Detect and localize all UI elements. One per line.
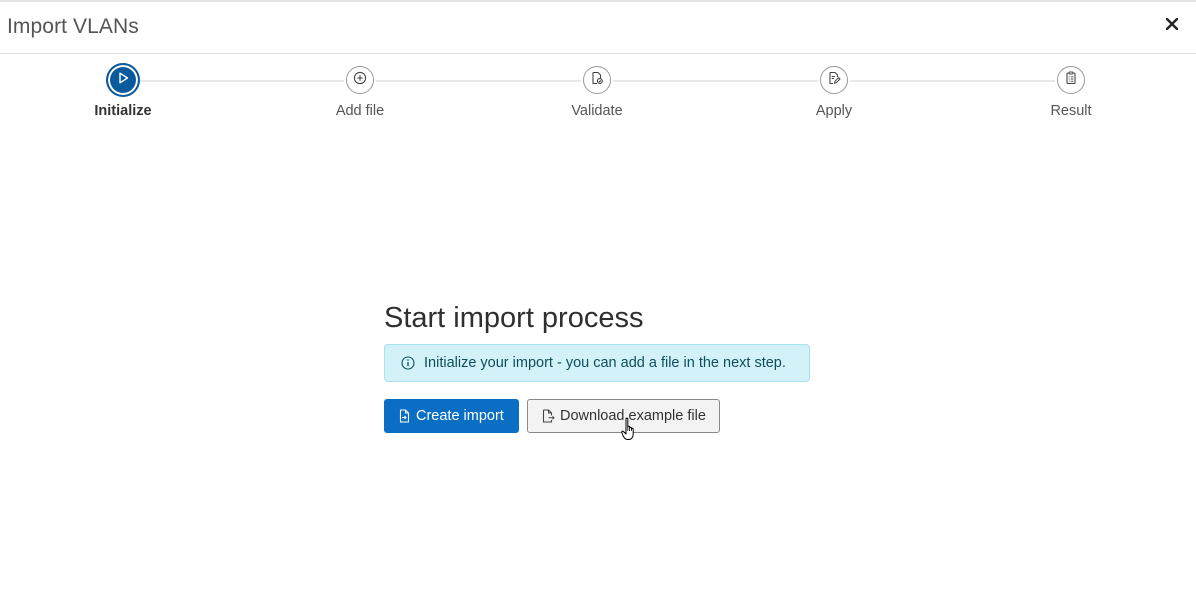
step-circle xyxy=(106,63,140,97)
file-import-icon xyxy=(398,409,411,423)
step-initialize[interactable]: Initialize xyxy=(53,54,193,119)
step-circle xyxy=(1057,66,1085,94)
info-icon xyxy=(401,356,415,370)
modal-title: Import VLANs xyxy=(7,15,139,38)
step-add-file[interactable]: Add file xyxy=(290,54,430,119)
import-start-panel: Start import process Initialize your imp… xyxy=(384,298,824,433)
step-label: Initialize xyxy=(94,103,152,119)
plus-circle-icon xyxy=(353,71,367,90)
download-example-file-button[interactable]: Download example file xyxy=(527,399,720,433)
play-icon xyxy=(116,71,130,90)
download-example-label: Download example file xyxy=(560,408,706,424)
resize-corner-icon xyxy=(1188,593,1196,601)
step-label: Apply xyxy=(815,103,853,119)
close-button[interactable] xyxy=(1162,14,1182,38)
clipboard-list-icon xyxy=(1064,71,1078,90)
file-edit-icon xyxy=(827,71,841,90)
step-result[interactable]: Result xyxy=(1001,54,1141,119)
step-circle xyxy=(346,66,374,94)
file-export-icon xyxy=(541,409,555,423)
section-title: Start import process xyxy=(384,302,644,334)
step-apply[interactable]: Apply xyxy=(764,54,904,119)
step-circle xyxy=(820,66,848,94)
close-icon xyxy=(1165,17,1179,35)
step-circle xyxy=(583,66,611,94)
create-import-label: Create import xyxy=(416,408,504,424)
step-validate[interactable]: Validate xyxy=(527,54,667,119)
info-text: Initialize your import - you can add a f… xyxy=(424,355,786,371)
file-check-icon xyxy=(590,71,604,90)
step-label: Validate xyxy=(571,103,623,119)
modal-header: Import VLANs xyxy=(0,0,1196,54)
import-stepper: Initialize Add file Validate Apply Resul… xyxy=(0,54,1196,134)
info-alert: Initialize your import - you can add a f… xyxy=(384,344,810,382)
action-buttons: Create import Download example file xyxy=(384,399,824,433)
step-label: Result xyxy=(1050,103,1092,119)
import-vlans-modal: Import VLANs Initialize Add file Validat… xyxy=(0,0,1196,601)
create-import-button[interactable]: Create import xyxy=(384,399,519,433)
step-label: Add file xyxy=(335,103,385,119)
